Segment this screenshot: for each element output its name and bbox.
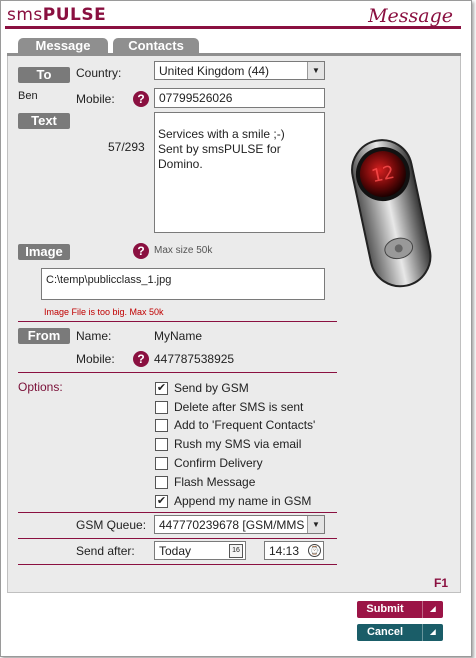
gsm-queue-value: 447770239678 [GSM/MMS: [159, 518, 305, 532]
country-select[interactable]: United Kingdom (44) ▼: [154, 61, 325, 80]
country-select-value: United Kingdom (44): [159, 64, 270, 78]
chevron-down-icon[interactable]: ▼: [307, 62, 324, 79]
calendar-icon[interactable]: 16: [229, 544, 243, 558]
divider: [18, 512, 337, 513]
help-icon[interactable]: ?: [133, 351, 149, 367]
tab-contacts[interactable]: Contacts: [113, 38, 199, 53]
rush-sms-email-checkbox[interactable]: [155, 438, 168, 451]
flash-message-label: Flash Message: [174, 475, 256, 489]
help-icon[interactable]: ?: [133, 243, 149, 259]
image-error-text: Image File is too big. Max 50k: [44, 307, 164, 317]
chevron-down-icon[interactable]: ▼: [307, 516, 324, 533]
chevron-right-icon: ◢: [422, 624, 443, 641]
tab-message[interactable]: Message: [18, 38, 108, 53]
send-time-input[interactable]: 14:13 ⌚: [264, 541, 324, 560]
message-line: Sent by smsPULSE for: [158, 142, 281, 156]
rush-sms-email-label: Rush my SMS via email: [174, 437, 302, 451]
divider: [18, 372, 337, 373]
cancel-button-label: Cancel: [366, 626, 404, 638]
message-textarea[interactable]: Services with a smile ;-) Sent by smsPUL…: [154, 112, 325, 233]
append-name-label: Append my name in GSM: [174, 494, 312, 508]
message-line: Domino.: [158, 157, 203, 171]
max-size-hint: Max size 50k: [154, 245, 213, 256]
header-divider: [5, 26, 461, 29]
send-by-gsm-checkbox[interactable]: ✔: [155, 382, 168, 395]
confirm-delivery-label: Confirm Delivery: [174, 456, 263, 470]
app-window: smsPULSE Message Message Contacts To Ben…: [0, 0, 472, 657]
to-section-label: To: [18, 67, 70, 83]
append-name-checkbox[interactable]: ✔: [155, 495, 168, 508]
app-logo: smsPULSE: [7, 5, 107, 25]
help-icon[interactable]: ?: [133, 91, 149, 107]
image-section-label: Image: [18, 244, 70, 260]
from-mobile-value: 447787538925: [154, 352, 235, 366]
submit-button[interactable]: Submit ◢: [357, 601, 443, 618]
from-name-value: MyName: [154, 329, 203, 343]
gsm-queue-label: GSM Queue:: [76, 518, 147, 532]
contact-name: Ben: [18, 90, 38, 102]
to-mobile-input[interactable]: 07799526026: [154, 88, 325, 108]
chevron-right-icon: ◢: [422, 601, 443, 618]
country-label: Country:: [76, 66, 122, 80]
add-frequent-contacts-label: Add to 'Frequent Contacts': [174, 418, 316, 432]
send-after-label: Send after:: [76, 544, 135, 558]
delete-after-sent-checkbox[interactable]: [155, 401, 168, 414]
divider: [18, 538, 337, 539]
submit-button-label: Submit: [366, 603, 404, 615]
from-name-label: Name:: [76, 329, 112, 343]
page-title: Message: [368, 5, 453, 27]
flash-message-checkbox[interactable]: [155, 476, 168, 489]
char-counter: 57/293: [108, 140, 145, 154]
divider: [18, 564, 337, 565]
delete-after-sent-label: Delete after SMS is sent: [174, 400, 304, 414]
send-date-input[interactable]: Today 16: [154, 541, 246, 560]
options-label: Options:: [18, 380, 63, 394]
add-frequent-contacts-checkbox[interactable]: [155, 419, 168, 432]
tab-bar-line: [7, 53, 461, 56]
clock-icon[interactable]: ⌚: [308, 544, 321, 557]
send-time-value: 14:13: [269, 544, 300, 558]
gsm-queue-select[interactable]: 447770239678 [GSM/MMS ▼: [154, 515, 325, 534]
message-line: Services with a smile ;-): [158, 127, 285, 141]
from-section-label: From: [18, 328, 70, 344]
confirm-delivery-checkbox[interactable]: [155, 457, 168, 470]
cancel-button[interactable]: Cancel ◢: [357, 624, 443, 641]
from-mobile-label: Mobile:: [76, 352, 115, 366]
text-section-label: Text: [18, 113, 70, 129]
image-path-input[interactable]: C:\temp\publicclass_1.jpg: [41, 268, 325, 300]
form-code: F1: [434, 576, 449, 590]
send-date-value: Today: [159, 544, 192, 558]
phone-image: 12: [343, 131, 441, 293]
to-mobile-label: Mobile:: [76, 92, 115, 106]
send-by-gsm-label: Send by GSM: [174, 381, 249, 395]
divider: [18, 321, 337, 322]
